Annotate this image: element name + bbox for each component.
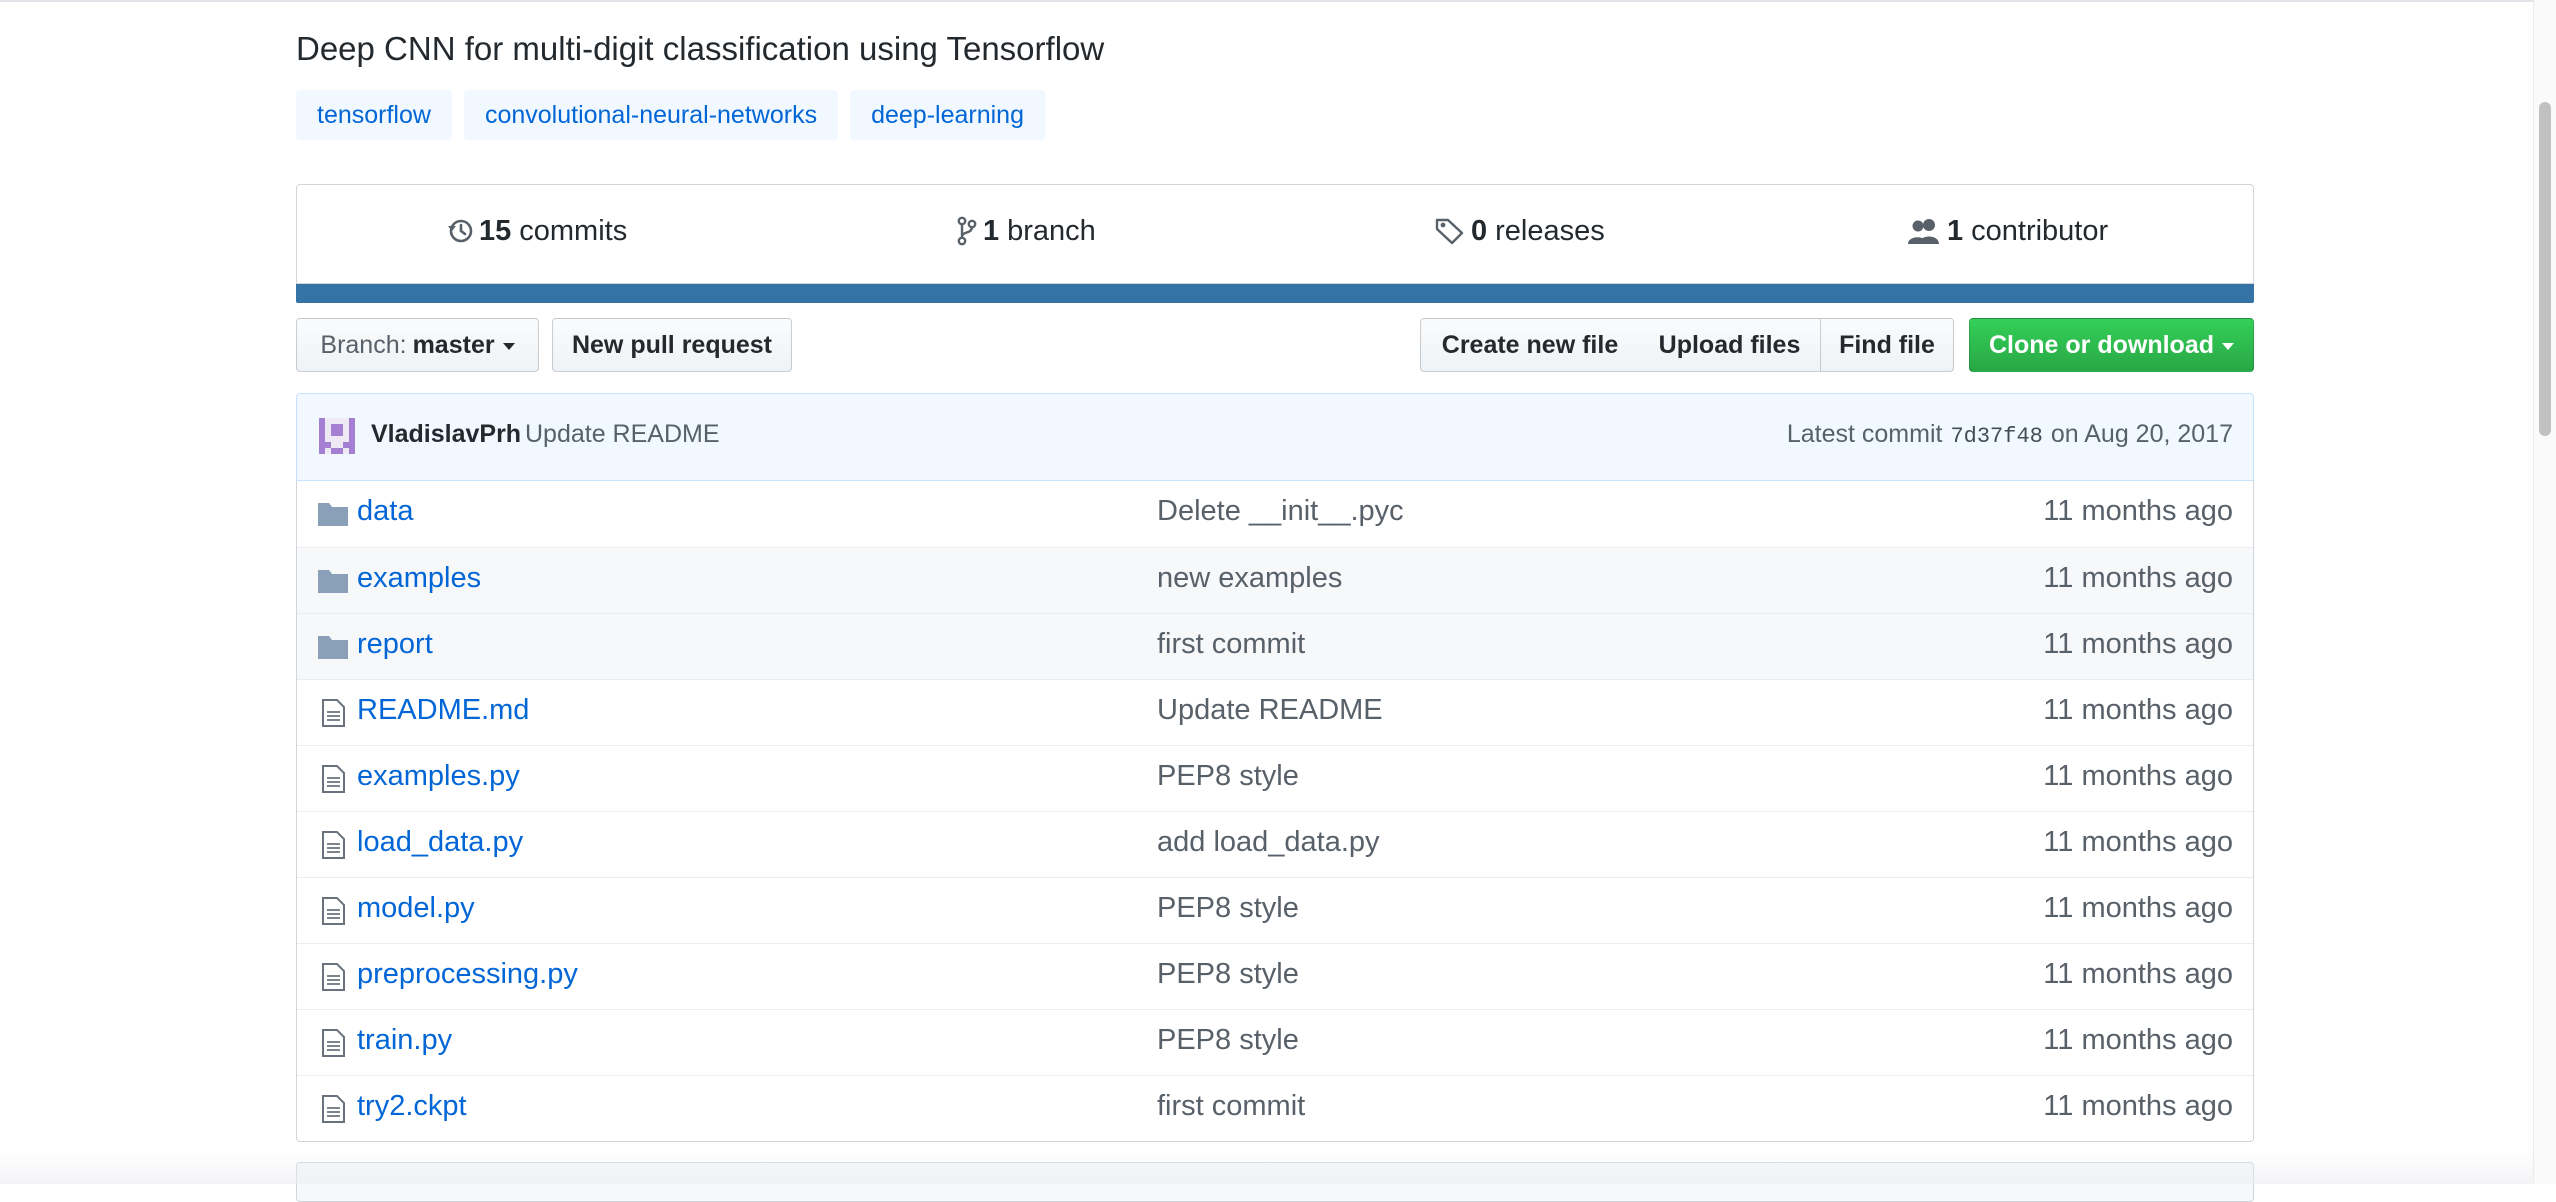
- language-bar[interactable]: [296, 284, 2254, 303]
- file-icon: [317, 963, 349, 991]
- chevron-down-icon: [2222, 342, 2234, 350]
- file-name-link[interactable]: examples.py: [357, 760, 520, 793]
- commits-count: 15: [479, 214, 512, 247]
- repo-description: Deep CNN for multi-digit classification …: [296, 30, 1105, 67]
- file-name-link[interactable]: report: [357, 628, 433, 661]
- contributors-count: 1: [1947, 214, 1964, 247]
- table-row: model.py PEP8 style 11 months ago: [297, 877, 2253, 943]
- people-icon: [1907, 217, 1941, 245]
- bottom-fade: [0, 1150, 2556, 1184]
- file-name-link[interactable]: train.py: [357, 1024, 452, 1057]
- create-new-file-button[interactable]: Create new file: [1420, 318, 1640, 372]
- table-row: README.md Update README 11 months ago: [297, 679, 2253, 745]
- table-row: data Delete __init__.pyc 11 months ago: [297, 481, 2253, 547]
- file-commit-message[interactable]: Update README: [1157, 694, 1383, 727]
- top-border: [0, 0, 2556, 2]
- file-age: 11 months ago: [2043, 495, 2233, 527]
- file-name-link[interactable]: preprocessing.py: [357, 958, 578, 991]
- branches-count: 1: [983, 214, 1000, 247]
- latest-commit-date: on Aug 20, 2017: [2050, 420, 2233, 448]
- folder-icon: [317, 500, 349, 528]
- avatar[interactable]: [319, 418, 355, 454]
- clone-or-download-label: Clone or download: [1989, 330, 2214, 359]
- scrollbar[interactable]: [2533, 0, 2556, 1184]
- history-icon: [447, 217, 473, 245]
- file-name-link[interactable]: model.py: [357, 892, 475, 925]
- file-age: 11 months ago: [2043, 694, 2233, 726]
- table-row: preprocessing.py PEP8 style 11 months ag…: [297, 943, 2253, 1009]
- releases-label: releases: [1495, 214, 1605, 247]
- file-name-link[interactable]: README.md: [357, 694, 529, 727]
- chevron-down-icon: [502, 342, 515, 350]
- table-row: examples.py PEP8 style 11 months ago: [297, 745, 2253, 811]
- file-commit-message[interactable]: PEP8 style: [1157, 892, 1299, 925]
- file-commit-message[interactable]: Delete __init__.pyc: [1157, 495, 1404, 528]
- file-age: 11 months ago: [2043, 1090, 2233, 1122]
- branch-select-button[interactable]: Branch: master: [296, 318, 539, 372]
- releases-count: 0: [1471, 214, 1488, 247]
- file-age: 11 months ago: [2043, 826, 2233, 858]
- latest-commit-info: Latest commit 7d37f48 on Aug 20, 2017: [1787, 420, 2233, 449]
- commit-message-link[interactable]: Update README: [525, 420, 720, 449]
- contributors-label: contributor: [1971, 214, 2109, 247]
- file-icon: [317, 897, 349, 925]
- file-commit-message[interactable]: new examples: [1157, 562, 1342, 595]
- file-commit-message[interactable]: PEP8 style: [1157, 760, 1299, 793]
- folder-icon: [317, 633, 349, 661]
- table-row: train.py PEP8 style 11 months ago: [297, 1009, 2253, 1075]
- file-commit-message[interactable]: add load_data.py: [1157, 826, 1380, 859]
- file-commit-message[interactable]: PEP8 style: [1157, 1024, 1299, 1057]
- topic-deep-learning[interactable]: deep-learning: [850, 90, 1045, 140]
- table-row: try2.ckpt first commit 11 months ago: [297, 1075, 2253, 1141]
- file-age: 11 months ago: [2043, 1024, 2233, 1056]
- commit-author-link[interactable]: VladislavPrh: [371, 420, 521, 449]
- folder-icon: [317, 567, 349, 595]
- file-age: 11 months ago: [2043, 760, 2233, 792]
- commits-label: commits: [519, 214, 628, 247]
- topic-tensorflow[interactable]: tensorflow: [296, 90, 452, 140]
- file-icon: [317, 699, 349, 727]
- file-age: 11 months ago: [2043, 958, 2233, 990]
- file-commit-message[interactable]: first commit: [1157, 628, 1305, 661]
- file-name-link[interactable]: examples: [357, 562, 481, 595]
- file-name-link[interactable]: load_data.py: [357, 826, 523, 859]
- file-age: 11 months ago: [2043, 628, 2233, 660]
- latest-commit-prefix: Latest commit: [1786, 420, 1943, 448]
- tag-icon: [1435, 217, 1465, 245]
- topic-convolutional-neural-networks[interactable]: convolutional-neural-networks: [463, 90, 839, 140]
- commit-sha-link[interactable]: 7d37f48: [1950, 424, 2042, 449]
- file-icon: [317, 831, 349, 859]
- repo-summary: 15 commits 1 branch 0 releases 1 contrib…: [296, 184, 2254, 284]
- latest-commit-bar: VladislavPrh Update README Latest commit…: [296, 393, 2254, 481]
- file-name-link[interactable]: data: [357, 495, 413, 528]
- upload-files-button[interactable]: Upload files: [1639, 318, 1821, 372]
- new-pull-request-button[interactable]: New pull request: [552, 318, 792, 372]
- file-icon: [317, 1095, 349, 1123]
- branch-name: master: [412, 330, 495, 359]
- file-icon: [317, 765, 349, 793]
- contributors-link[interactable]: 1 contributor: [1907, 211, 2108, 251]
- file-name-link[interactable]: try2.ckpt: [357, 1090, 467, 1123]
- git-branch-icon: [957, 216, 977, 246]
- file-icon: [317, 1029, 349, 1057]
- file-age: 11 months ago: [2043, 892, 2233, 924]
- scrollbar-thumb[interactable]: [2539, 102, 2551, 436]
- branches-link[interactable]: 1 branch: [957, 211, 1096, 251]
- table-row: load_data.py add load_data.py 11 months …: [297, 811, 2253, 877]
- branch-prefix: Branch:: [320, 330, 407, 359]
- topic-list: tensorflow convolutional-neural-networks…: [296, 90, 1045, 140]
- branches-label: branch: [1007, 214, 1096, 247]
- table-row: examples new examples 11 months ago: [297, 547, 2253, 613]
- releases-link[interactable]: 0 releases: [1435, 211, 1605, 251]
- find-file-button[interactable]: Find file: [1820, 318, 1954, 372]
- file-list: data Delete __init__.pyc 11 months ago e…: [296, 481, 2254, 1142]
- table-row: report first commit 11 months ago: [297, 613, 2253, 679]
- commits-link[interactable]: 15 commits: [447, 211, 627, 251]
- file-commit-message[interactable]: first commit: [1157, 1090, 1305, 1123]
- file-age: 11 months ago: [2043, 562, 2233, 594]
- clone-or-download-button[interactable]: Clone or download: [1969, 318, 2254, 372]
- file-commit-message[interactable]: PEP8 style: [1157, 958, 1299, 991]
